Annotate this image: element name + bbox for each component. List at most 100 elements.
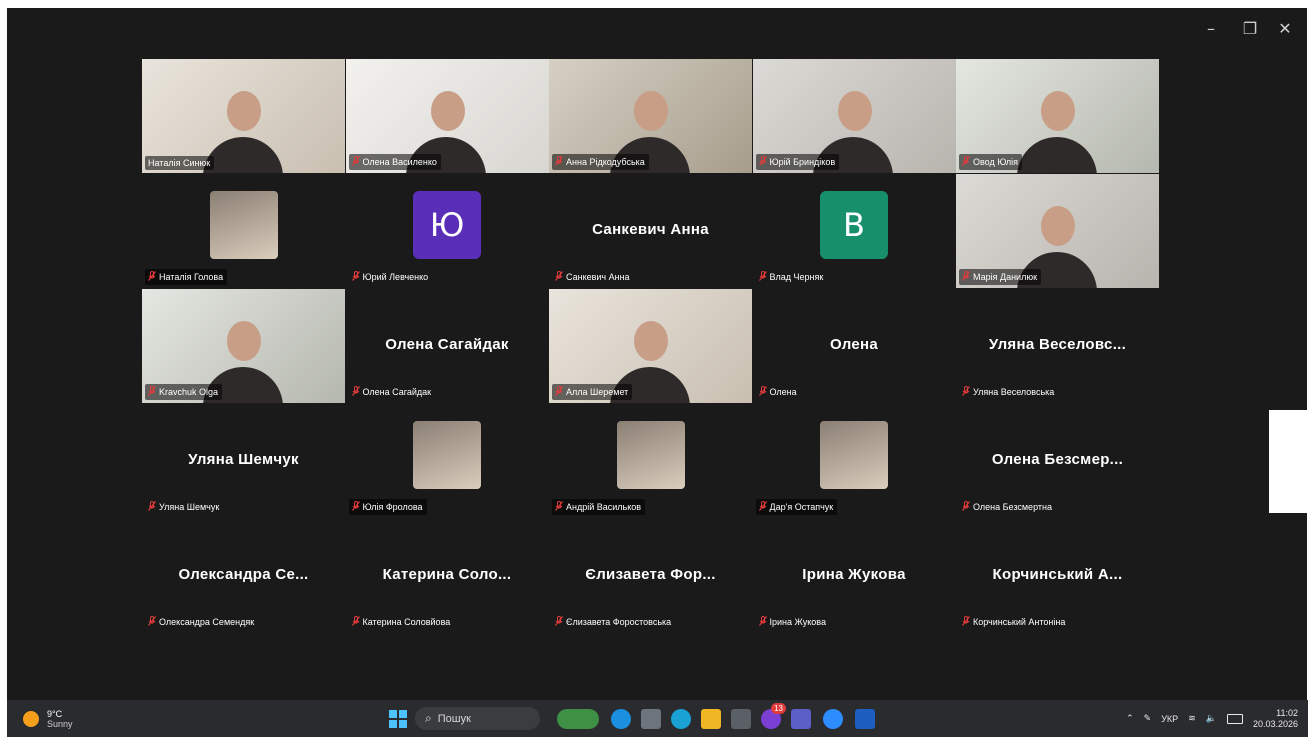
person-silhouette — [227, 320, 262, 361]
participant-name-label: Наталія Синюк — [145, 156, 215, 170]
participant-tile[interactable]: Наталія Синюк — [142, 59, 345, 173]
participant-name-label: Влад Черняк — [756, 269, 828, 285]
search-icon: ⌕ — [425, 711, 432, 725]
participant-name: Наталія Голова — [159, 272, 224, 282]
participant-tile[interactable]: В Влад Черняк — [752, 174, 956, 288]
sun-icon — [23, 710, 39, 727]
start-icon[interactable] — [389, 710, 407, 728]
mic-muted-icon — [351, 271, 360, 283]
participant-tile[interactable]: Олена Безсмер... Олена Безсмертна — [956, 404, 1159, 518]
participant-tile[interactable]: Юлія Фролова — [345, 404, 549, 518]
participant-tile[interactable]: Овод Юлія — [956, 59, 1159, 173]
mic-muted-icon — [962, 501, 970, 513]
person-silhouette — [634, 90, 669, 131]
calculator-icon[interactable] — [641, 709, 661, 729]
participant-name: Юрій Бриндіков — [769, 157, 836, 167]
participant-display-name: Олена Сагайдак — [385, 335, 509, 353]
participant-display-name: Єлизавета Фор... — [585, 565, 716, 583]
side-panel-blank — [1269, 410, 1308, 513]
battery-icon[interactable] — [1226, 713, 1243, 724]
participant-tile[interactable]: Алла Шеремет — [549, 289, 752, 403]
word-icon[interactable] — [855, 709, 875, 729]
participant-name: Олена — [769, 387, 797, 397]
participant-tile[interactable]: Олена Сагайдак Олена Сагайдак — [345, 289, 549, 403]
participant-tile[interactable]: Уляна Веселовс... Уляна Веселовська — [956, 289, 1159, 403]
restore-button[interactable]: ❐ — [1232, 8, 1268, 48]
participant-name: Наталія Синюк — [148, 158, 211, 168]
file-explorer-icon[interactable] — [701, 709, 721, 729]
minimize-button[interactable]: – — [1193, 8, 1229, 48]
notification-badge: 13 — [771, 703, 786, 714]
participant-name: Алла Шеремет — [566, 387, 629, 397]
participant-tile[interactable]: Юрій Бриндіков — [752, 59, 956, 173]
participant-tile[interactable]: Єлизавета Фор... Єлизавета Форостовська — [549, 519, 752, 633]
participant-name-label: Алла Шеремет — [552, 384, 633, 400]
chevron-up-icon[interactable]: ⌃ — [1126, 714, 1134, 724]
participant-tile[interactable]: Ю Юрий Левченко — [345, 174, 549, 288]
taskbar-search[interactable]: ⌕ Пошук — [415, 707, 540, 730]
mic-muted-icon — [148, 271, 156, 283]
participant-tile[interactable]: Марія Данилюк — [956, 174, 1159, 288]
mic-muted-icon — [351, 386, 360, 398]
participant-name: Катерина Соловйова — [362, 617, 451, 627]
participant-tile[interactable]: Ірина Жукова Ірина Жукова — [752, 519, 956, 633]
participant-name-label: Корчинський Антоніна — [959, 614, 1069, 630]
volume-icon[interactable]: 🔈 — [1206, 714, 1217, 724]
widget-news-icon[interactable] — [557, 709, 599, 729]
participant-tile[interactable]: Уляна Шемчук Уляна Шемчук — [142, 404, 345, 518]
mic-muted-icon — [962, 386, 970, 398]
profile-photo — [820, 421, 888, 489]
participant-display-name: Корчинський А... — [992, 565, 1123, 583]
participant-name: Андрій Васильков — [566, 502, 642, 512]
mic-muted-icon — [351, 156, 360, 168]
mic-muted-icon — [148, 386, 156, 398]
close-button[interactable]: ✕ — [1267, 8, 1303, 48]
profile-photo — [616, 421, 685, 489]
participant-tile[interactable]: Корчинський А... Корчинський Антоніна — [956, 519, 1159, 633]
language-indicator[interactable]: УКР — [1161, 714, 1178, 724]
mic-muted-icon — [351, 501, 360, 513]
edge-icon[interactable] — [671, 709, 691, 729]
participant-name: Корчинський Антоніна — [973, 617, 1066, 627]
participant-tile[interactable]: Дар'я Остапчук — [752, 404, 956, 518]
participant-display-name: Олександра Се... — [178, 565, 309, 583]
teams-icon[interactable] — [791, 709, 811, 729]
store-icon[interactable] — [731, 709, 751, 729]
participant-display-name: Олена — [829, 335, 879, 353]
participant-tile[interactable]: Андрій Васильков — [549, 404, 752, 518]
participant-name-label: Олена Василенко — [348, 154, 441, 170]
participant-name-label: Олена Сагайдак — [349, 384, 436, 400]
participant-name-label: Андрій Васильков — [552, 499, 646, 515]
participant-name-label: Єлизавета Форостовська — [552, 614, 675, 630]
zoom-icon[interactable] — [823, 709, 843, 729]
participant-name: Анна Рідкодубська — [566, 157, 645, 167]
pen-icon[interactable]: ✎ — [1144, 714, 1152, 724]
participant-name-label: Ірина Жукова — [756, 614, 830, 630]
participant-tile[interactable]: Санкевич Анна Санкевич Анна — [549, 174, 752, 288]
participant-name-label: Катерина Соловйова — [349, 614, 455, 630]
participant-tile[interactable]: Анна Рідкодубська — [549, 59, 752, 173]
viber-icon[interactable]: 13 — [761, 703, 786, 729]
wifi-icon[interactable]: ≋ — [1188, 714, 1196, 724]
mic-muted-icon — [555, 501, 563, 513]
mic-muted-icon — [148, 501, 156, 513]
participant-name-label: Овод Юлія — [959, 154, 1023, 170]
weather-widget[interactable]: 9°C Sunny — [23, 700, 73, 737]
clock-time: 11:02 — [1276, 707, 1298, 718]
participant-tile[interactable]: Kravchuk Olga — [142, 289, 345, 403]
participant-tile[interactable]: Олена Олена — [752, 289, 956, 403]
participant-name-label: Олена — [756, 384, 801, 400]
mail-icon[interactable] — [611, 709, 631, 729]
participant-tile[interactable]: Олена Василенко — [345, 59, 549, 173]
profile-photo — [413, 421, 481, 489]
participant-name: Олександра Семендяк — [159, 617, 255, 627]
person-silhouette — [1041, 205, 1076, 246]
participant-tile[interactable]: Олександра Се... Олександра Семендяк — [142, 519, 345, 633]
search-placeholder: Пошук — [437, 712, 471, 725]
participant-name: Єлизавета Форостовська — [566, 617, 672, 627]
participant-name-label: Дар'я Остапчук — [755, 499, 838, 515]
participant-name-label: Наталія Голова — [145, 269, 228, 285]
participant-tile[interactable]: Наталія Голова — [142, 174, 345, 288]
participant-tile[interactable]: Катерина Соло... Катерина Соловйова — [345, 519, 549, 633]
clock[interactable]: 11:02 20.03.2026 — [1253, 708, 1298, 730]
